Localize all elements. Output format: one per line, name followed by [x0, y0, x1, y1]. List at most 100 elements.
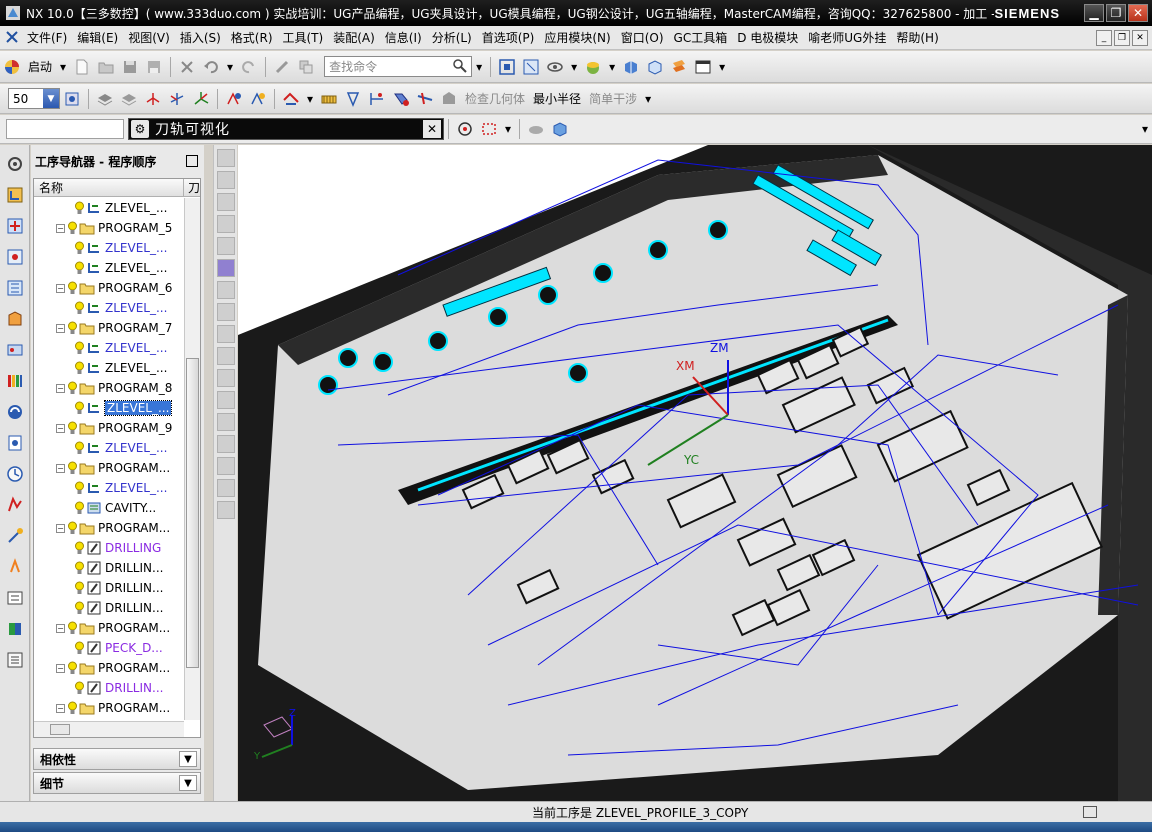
- minimize-button[interactable]: ▁: [1084, 4, 1104, 22]
- generate-toolpath-icon[interactable]: [223, 88, 245, 110]
- system-scenes-icon[interactable]: [4, 586, 26, 610]
- collapse-toggle-icon[interactable]: −: [56, 283, 65, 293]
- collapse-toggle-icon[interactable]: −: [56, 323, 65, 333]
- collision-check-icon[interactable]: [414, 88, 436, 110]
- hd3d-tools-icon[interactable]: [4, 400, 26, 424]
- program-group-row[interactable]: − PROGRAM...: [34, 618, 184, 638]
- undo-icon[interactable]: [200, 56, 222, 78]
- machine-tool-navigator-icon[interactable]: [4, 307, 26, 331]
- menu-info[interactable]: 信息(I): [380, 29, 427, 46]
- menu-analysis[interactable]: 分析(L): [427, 29, 477, 46]
- toolbar-button[interactable]: [216, 369, 235, 387]
- command-search-input[interactable]: 查找命令: [324, 56, 473, 77]
- zoom-dropdown-icon[interactable]: ▼: [43, 89, 59, 108]
- info-window-icon[interactable]: [4, 648, 26, 672]
- operation-row[interactable]: ZLEVEL_...: [34, 438, 184, 458]
- program-group-row[interactable]: − PROGRAM_8: [34, 378, 184, 398]
- toolbar-button[interactable]: [216, 501, 235, 519]
- operation-row[interactable]: ZLEVEL_...: [34, 358, 184, 378]
- check-geometry-label[interactable]: 检查几何体: [465, 90, 525, 107]
- collapse-toggle-icon[interactable]: −: [56, 383, 65, 393]
- render-style-icon[interactable]: [582, 56, 604, 78]
- undo-dropdown-icon[interactable]: ▾: [227, 60, 233, 74]
- toolbar-button[interactable]: [216, 347, 235, 365]
- save-as-icon[interactable]: [143, 56, 165, 78]
- display-window-icon[interactable]: [692, 56, 714, 78]
- close-panel-icon[interactable]: ✕: [423, 120, 441, 138]
- toolbar-button[interactable]: [216, 435, 235, 453]
- menu-gc-toolkit[interactable]: GC工具箱: [669, 29, 733, 46]
- operation-row[interactable]: CAVITY...: [34, 498, 184, 518]
- manufacturing-wizard-icon[interactable]: [4, 524, 26, 548]
- program-group-row[interactable]: − PROGRAM...: [34, 658, 184, 678]
- program-group-row[interactable]: − PROGRAM...: [34, 698, 184, 718]
- menu-format[interactable]: 格式(R): [226, 29, 278, 46]
- collapse-toggle-icon[interactable]: −: [56, 703, 65, 713]
- dependency-section[interactable]: 相依性 ▼: [33, 748, 201, 770]
- geometry-view-icon[interactable]: [142, 88, 164, 110]
- rectangle-select-icon[interactable]: [478, 118, 500, 140]
- machining-feature-navigator-icon[interactable]: [4, 338, 26, 362]
- operation-row[interactable]: ZLEVEL_...: [34, 258, 184, 278]
- mcs-icon[interactable]: [190, 88, 212, 110]
- verify-toolpath-icon[interactable]: [280, 88, 302, 110]
- operation-row[interactable]: ZLEVEL_...: [34, 338, 184, 358]
- history-icon[interactable]: [4, 462, 26, 486]
- zoom-percent-select[interactable]: 50 ▼: [8, 88, 60, 109]
- select-dropdown-icon[interactable]: ▾: [505, 122, 511, 136]
- menu-plugin[interactable]: 喻老师UG外挂: [803, 29, 891, 46]
- shop-doc-icon[interactable]: [342, 88, 364, 110]
- collapse-toggle-icon[interactable]: −: [56, 423, 65, 433]
- wireframe-view-icon[interactable]: [644, 56, 666, 78]
- toolbar-button[interactable]: [216, 391, 235, 409]
- assembly-navigator-icon[interactable]: [4, 183, 26, 207]
- zoom-window-icon[interactable]: [520, 56, 542, 78]
- replay-toolpath-icon[interactable]: [247, 88, 269, 110]
- toolpath-visualization-panel-tab[interactable]: ⚙ 刀轨可视化 ✕: [128, 118, 444, 140]
- reuse-library-icon[interactable]: [4, 369, 26, 393]
- toolbar-button[interactable]: [216, 237, 235, 255]
- postprocess-icon[interactable]: [318, 88, 340, 110]
- status-window-icon[interactable]: [1083, 806, 1097, 818]
- start-dropdown-icon[interactable]: ▾: [60, 60, 66, 74]
- menu-grip-icon[interactable]: [4, 29, 22, 47]
- toolbar-button[interactable]: [216, 457, 235, 475]
- start-icon[interactable]: [1, 56, 23, 78]
- operation-row[interactable]: DRILLIN...: [34, 598, 184, 618]
- min-radius-label[interactable]: 最小半径: [533, 90, 581, 107]
- toolbar-button[interactable]: [216, 193, 235, 211]
- toolbar-button[interactable]: [216, 303, 235, 321]
- program-group-row[interactable]: − PROGRAM...: [34, 458, 184, 478]
- toolbar-button[interactable]: [216, 281, 235, 299]
- program-group-row[interactable]: − PROGRAM_5: [34, 218, 184, 238]
- process-studio-icon[interactable]: [4, 493, 26, 517]
- details-section[interactable]: 细节 ▼: [33, 772, 201, 794]
- chevron-down-icon[interactable]: ▼: [179, 751, 197, 767]
- render-dropdown-icon[interactable]: ▾: [609, 60, 615, 74]
- operation-row[interactable]: ZLEVEL_...: [34, 398, 184, 418]
- new-file-icon[interactable]: [71, 56, 93, 78]
- doc-minimize-button[interactable]: _: [1096, 29, 1112, 46]
- scroll-thumb[interactable]: [186, 358, 199, 668]
- toolbar-button[interactable]: [216, 479, 235, 497]
- display-dropdown-icon[interactable]: ▾: [719, 60, 725, 74]
- toolbar-overflow-icon[interactable]: ▾: [645, 92, 651, 106]
- operation-row[interactable]: DRILLIN...: [34, 558, 184, 578]
- menu-edit[interactable]: 编辑(E): [72, 29, 123, 46]
- machine-view-icon[interactable]: [118, 88, 140, 110]
- toolbar-button[interactable]: [216, 171, 235, 189]
- doc-restore-button[interactable]: ❐: [1114, 29, 1130, 46]
- program-group-row[interactable]: − PROGRAM_6: [34, 278, 184, 298]
- constraint-navigator-icon[interactable]: [4, 214, 26, 238]
- close-button[interactable]: ✕: [1128, 4, 1148, 22]
- check-geometry-icon[interactable]: [438, 88, 460, 110]
- menu-window[interactable]: 窗口(O): [616, 29, 669, 46]
- part-navigator-icon[interactable]: [4, 245, 26, 269]
- verify-dropdown-icon[interactable]: ▾: [307, 92, 313, 106]
- menu-file[interactable]: 文件(F): [22, 29, 72, 46]
- toolbar-button[interactable]: [216, 325, 235, 343]
- resource-settings-icon[interactable]: [4, 152, 26, 176]
- toolbar-button[interactable]: [216, 413, 235, 431]
- operation-tree[interactable]: 名称 刀 ZLEVEL_... − PROGRAM_5 ZLEVEL_... ZLEVE…: [33, 178, 201, 738]
- tree-vertical-scrollbar[interactable]: [184, 198, 200, 720]
